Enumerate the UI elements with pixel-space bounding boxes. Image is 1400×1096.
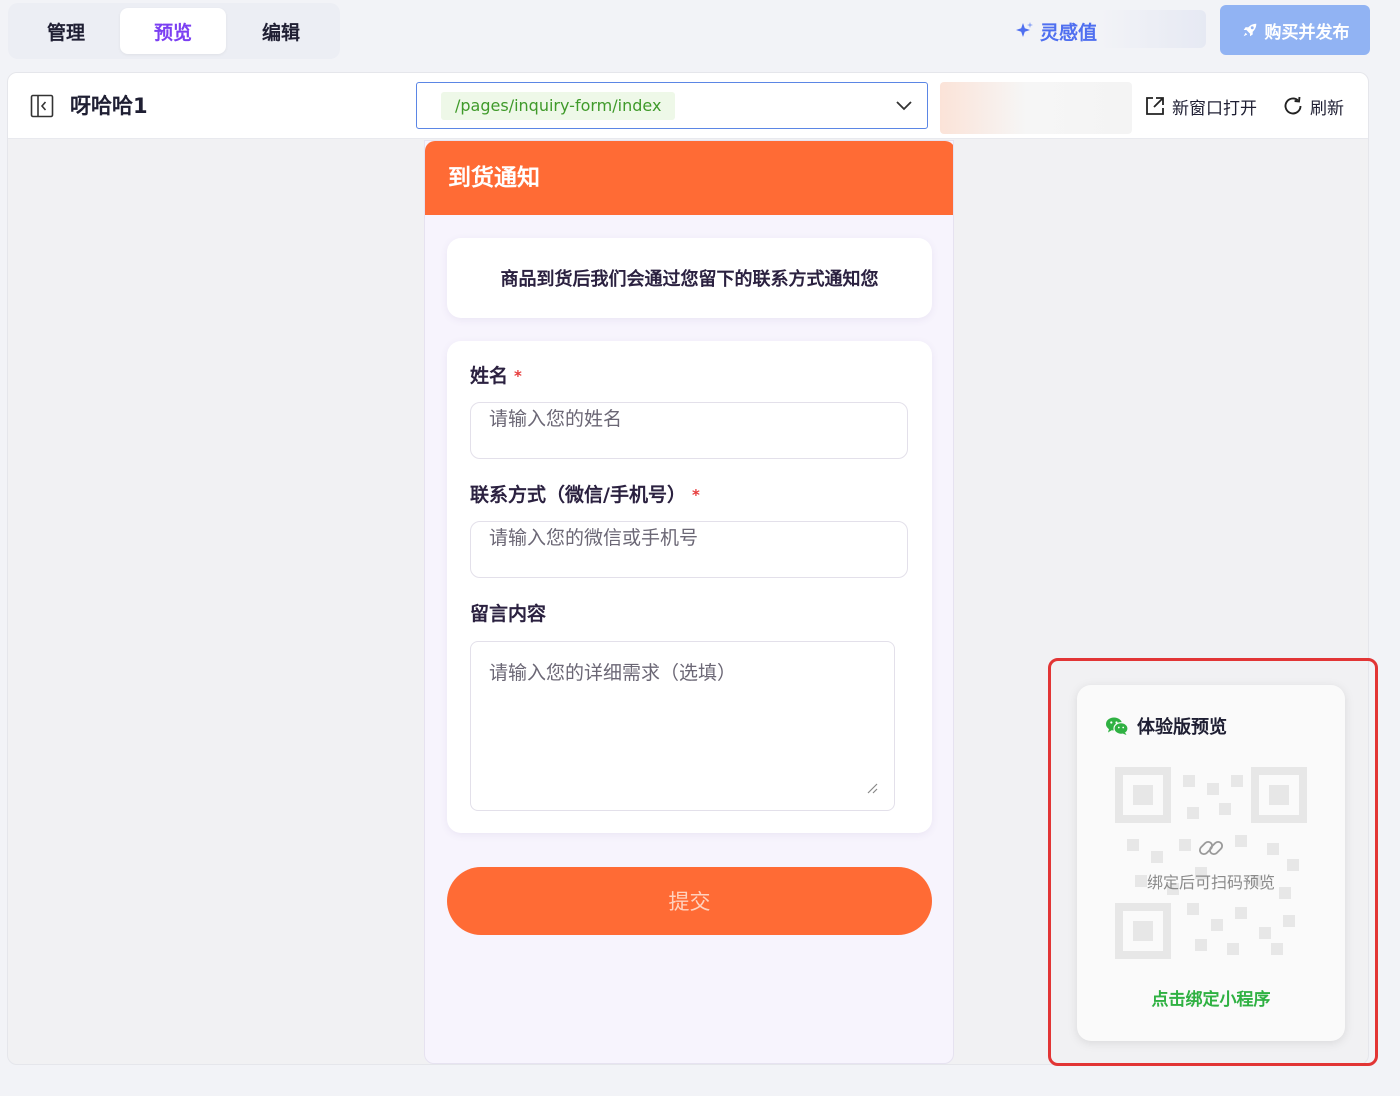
- project-name: 呀哈哈1: [70, 94, 148, 118]
- route-selected-value: /pages/inquiry-form/index: [441, 92, 676, 120]
- preview-toolbar: 呀哈哈1 /pages/inquiry-form/index 新窗口打开 刷新: [8, 73, 1368, 139]
- buy-and-publish-button[interactable]: 购买并发布: [1220, 5, 1370, 55]
- buy-button-label: 购买并发布: [1264, 22, 1350, 43]
- resize-handle-icon[interactable]: [866, 782, 878, 794]
- bind-mini-program-link[interactable]: 点击绑定小程序: [1077, 985, 1345, 1010]
- external-link-icon: [1146, 97, 1164, 115]
- mode-tab-bar: 管理 预览 编辑: [8, 3, 340, 59]
- tab-manage[interactable]: 管理: [13, 8, 119, 54]
- required-mark: *: [691, 486, 700, 504]
- qr-code-placeholder: [1115, 767, 1307, 959]
- submit-button[interactable]: 提交: [447, 867, 932, 935]
- experience-preview-title-text: 体验版预览: [1137, 717, 1227, 738]
- page-header: 到货通知: [425, 141, 953, 215]
- refresh-icon: [1284, 96, 1302, 115]
- required-mark: *: [514, 367, 522, 385]
- experience-preview-card: 体验版预览 绑定后可扫码预览 点击绑定小程序: [1077, 685, 1345, 1041]
- chevron-down-icon: [896, 101, 912, 111]
- name-label-text: 姓名: [470, 365, 509, 387]
- sidebar-toggle-icon[interactable]: [30, 94, 54, 118]
- toolbar-blurred-area: [940, 82, 1132, 134]
- experience-preview-title: 体验版预览: [1105, 713, 1227, 739]
- inspiration-points[interactable]: 灵感值: [1014, 14, 1097, 48]
- name-input[interactable]: 请输入您的姓名: [470, 402, 908, 459]
- sparkle-icon: [1016, 22, 1033, 37]
- message-field-label: 留言内容: [470, 600, 546, 628]
- tab-edit[interactable]: 编辑: [228, 8, 334, 54]
- wechat-icon: [1106, 717, 1129, 735]
- inquiry-form: 姓名 * 请输入您的姓名 联系方式（微信/手机号） * 请输入您的微信或手机号 留言…: [447, 341, 932, 833]
- page-title: 到货通知: [448, 165, 540, 191]
- name-field-label: 姓名 *: [470, 362, 522, 390]
- open-new-window-button[interactable]: 新窗口打开: [1144, 93, 1257, 119]
- name-input-placeholder: 请输入您的姓名: [489, 408, 623, 430]
- route-select[interactable]: /pages/inquiry-form/index: [416, 82, 928, 129]
- refresh-label: 刷新: [1310, 98, 1344, 119]
- notice-text: 商品到货后我们会通过您留下的联系方式通知您: [500, 269, 879, 290]
- refresh-button[interactable]: 刷新: [1282, 93, 1344, 119]
- contact-label-text: 联系方式（微信/手机号）: [470, 484, 686, 506]
- rocket-icon: [1243, 23, 1256, 37]
- inspiration-label: 灵感值: [1040, 21, 1098, 44]
- open-new-window-label: 新窗口打开: [1172, 98, 1257, 119]
- contact-field-label: 联系方式（微信/手机号） *: [470, 481, 700, 509]
- message-label-text: 留言内容: [470, 603, 547, 625]
- inspiration-value-area: [1100, 10, 1206, 48]
- message-textarea[interactable]: 请输入您的详细需求（选填）: [470, 641, 895, 811]
- contact-input[interactable]: 请输入您的微信或手机号: [470, 521, 908, 578]
- mini-program-preview: 到货通知 商品到货后我们会通过您留下的联系方式通知您 姓名 * 请输入您的姓名 联…: [424, 140, 954, 1064]
- notice-card: 商品到货后我们会通过您留下的联系方式通知您: [447, 238, 932, 318]
- qr-bind-hint: 绑定后可扫码预览: [1146, 873, 1275, 892]
- link-icon: [1198, 840, 1224, 856]
- message-input-placeholder: 请输入您的详细需求（选填）: [489, 662, 737, 684]
- contact-input-placeholder: 请输入您的微信或手机号: [489, 527, 699, 549]
- tab-preview[interactable]: 预览: [120, 8, 226, 54]
